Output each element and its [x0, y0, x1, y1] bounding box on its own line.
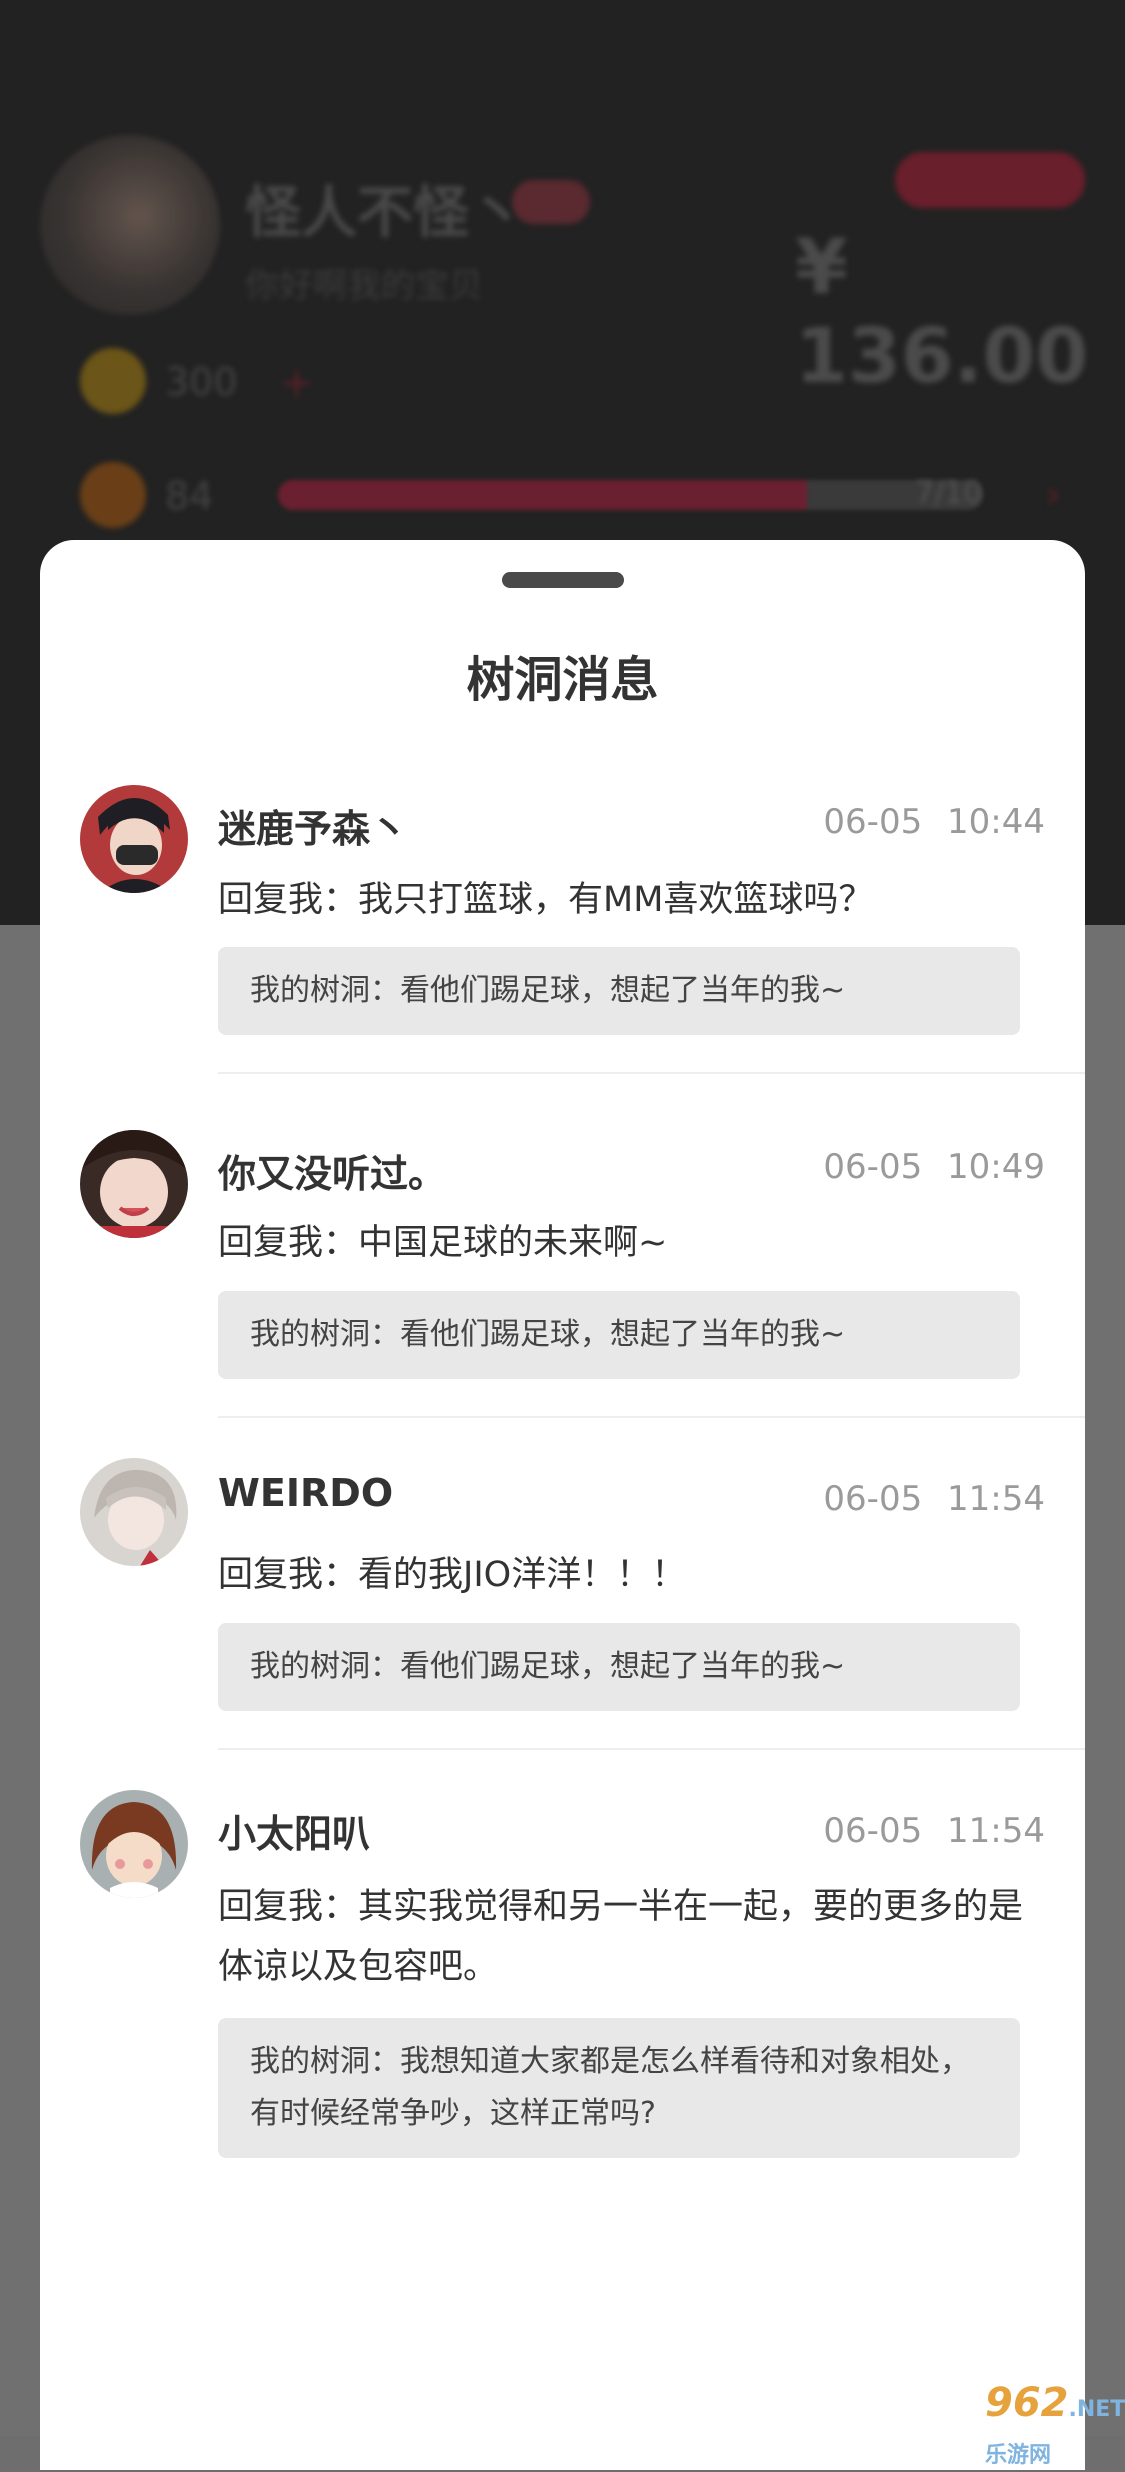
- divider: [218, 1072, 1085, 1074]
- coin-icon: [80, 348, 146, 414]
- message-quote-text: 我的树洞：看他们踢足球，想起了当年的我~: [250, 965, 845, 1017]
- message-username: 小太阳叭: [218, 1803, 370, 1858]
- background-progress-fill: [278, 480, 807, 510]
- watermark-suffix: .NET: [1069, 2397, 1125, 2422]
- message-reply: 回复我：看的我JIO洋洋！！！: [218, 1545, 1053, 1605]
- background-balance: ¥ 136.00: [795, 222, 1125, 400]
- sheet-title: 树洞消息: [40, 640, 1085, 710]
- message-time: 06-05 11:54: [823, 1811, 1045, 1851]
- message-quote-text: 我的树洞：看他们踢足球，想起了当年的我~: [250, 1309, 845, 1361]
- message-reply: 回复我：我只打篮球，有MM喜欢篮球吗？: [218, 870, 1053, 930]
- message-quote: 我的树洞：看他们踢足球，想起了当年的我~: [218, 1291, 1020, 1379]
- background-arrow-icon: ›: [1045, 472, 1061, 518]
- background-username: 怪人不怪丶: [245, 168, 525, 249]
- background-coin-count: 300: [165, 360, 238, 404]
- drag-handle[interactable]: [502, 572, 624, 588]
- message-time: 06-05 10:49: [823, 1147, 1045, 1187]
- avatar-image: [80, 1790, 188, 1898]
- message-quote: 我的树洞：看他们踢足球，想起了当年的我~: [218, 1623, 1020, 1711]
- divider: [218, 1748, 1085, 1750]
- watermark-sub: 乐游网: [985, 2443, 1051, 2468]
- background-fruit-count: 84: [165, 474, 213, 518]
- message-username: 你又没听过。: [218, 1143, 446, 1198]
- background-vip-badge: [512, 180, 590, 224]
- background-subtitle: 你好啊我的宝贝: [245, 258, 483, 307]
- message-reply: 回复我：中国足球的未来啊~: [218, 1213, 1053, 1273]
- message-time: 06-05 11:54: [823, 1479, 1045, 1519]
- watermark-brand: 962: [985, 2380, 1069, 2426]
- divider: [218, 1416, 1085, 1418]
- site-watermark: 962.NET 乐游网: [985, 2380, 1125, 2472]
- avatar[interactable]: [80, 1130, 188, 1238]
- background-avatar: [40, 135, 220, 315]
- message-quote: 我的树洞：看他们踢足球，想起了当年的我~: [218, 947, 1020, 1035]
- background-progress-text: 7/10: [915, 476, 982, 511]
- background-progress-bar: [278, 480, 983, 510]
- fruit-icon: [80, 462, 146, 528]
- avatar-image: [80, 785, 188, 893]
- avatar-image: [80, 1458, 188, 1566]
- avatar[interactable]: [80, 785, 188, 893]
- message-time: 06-05 10:44: [823, 802, 1045, 842]
- message-quote-text: 我的树洞：看他们踢足球，想起了当年的我~: [250, 1641, 845, 1693]
- background-plus: +: [280, 360, 314, 406]
- message-quote: 我的树洞：我想知道大家都是怎么样看待和对象相处，有时候经常争吵，这样正常吗?: [218, 2018, 1020, 2158]
- message-username: WEIRDO: [218, 1471, 393, 1515]
- message-username: 迷鹿予森丶: [218, 798, 408, 853]
- avatar-image: [80, 1130, 188, 1238]
- treehole-message-sheet: 树洞消息 迷鹿予森丶 06-05 10:44 回复我：我只打篮球，有MM喜欢篮球…: [40, 540, 1085, 2470]
- avatar[interactable]: [80, 1458, 188, 1566]
- background-action-pill: [895, 152, 1085, 208]
- avatar[interactable]: [80, 1790, 188, 1898]
- message-quote-text: 我的树洞：我想知道大家都是怎么样看待和对象相处，有时候经常争吵，这样正常吗?: [250, 2044, 970, 2131]
- message-reply: 回复我：其实我觉得和另一半在一起，要的更多的是体谅以及包容吧。: [218, 1877, 1053, 1997]
